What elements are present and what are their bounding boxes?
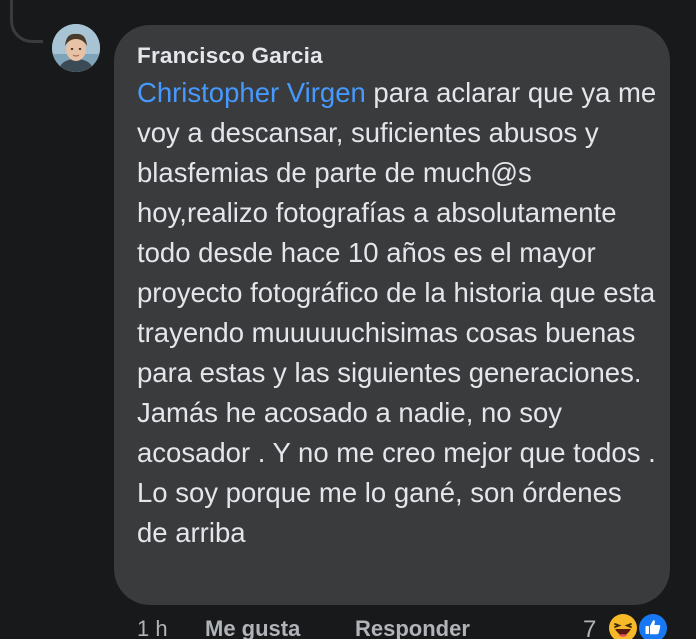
comment-author[interactable]: Francisco Garcia xyxy=(137,42,650,70)
comment-text: Christopher Virgen para aclarar que ya m… xyxy=(137,73,657,553)
reply-button[interactable]: Responder xyxy=(355,616,470,639)
reply-thread-line xyxy=(10,0,43,43)
comment-body: para aclarar que ya me voy a descansar, … xyxy=(137,77,657,548)
like-button[interactable]: Me gusta xyxy=(205,616,300,639)
comment-timestamp[interactable]: 1 h xyxy=(137,616,168,639)
avatar-photo xyxy=(52,24,100,72)
reaction-count: 7 xyxy=(583,616,597,639)
mention-link[interactable]: Christopher Virgen xyxy=(137,77,366,108)
comment-screenshot: Francisco Garcia Christopher Virgen para… xyxy=(0,0,696,639)
avatar[interactable] xyxy=(52,24,100,72)
haha-icon xyxy=(607,612,639,639)
like-icon xyxy=(637,612,669,639)
comment-bubble: Francisco Garcia Christopher Virgen para… xyxy=(114,25,670,605)
